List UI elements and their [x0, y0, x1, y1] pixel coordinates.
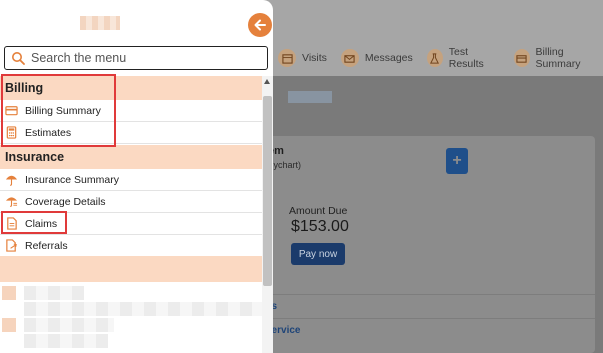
- nav-item-label: Visits: [302, 52, 327, 64]
- close-menu-button[interactable]: [248, 13, 272, 37]
- nav-item-test-results[interactable]: Test Results: [426, 46, 500, 70]
- card-divider: [262, 294, 595, 295]
- blurred-section-header: [0, 256, 262, 282]
- menu-header: [0, 0, 273, 40]
- claims-highlight-box: [1, 211, 67, 234]
- menu-panel: Billing Billing Summary Estimates Insura…: [0, 0, 273, 353]
- hospital-icon: +: [446, 148, 468, 174]
- umbrella-details-icon: [4, 195, 18, 209]
- top-nav-bar: Visits Messages Test Results Billing Sum…: [270, 40, 603, 76]
- blurred-item: [24, 302, 262, 316]
- menu-item-referrals[interactable]: Referrals: [0, 235, 262, 257]
- nav-item-label: Messages: [364, 52, 413, 64]
- amount-due-label: Amount Due: [289, 205, 348, 217]
- menu-item-insurance-summary[interactable]: Insurance Summary: [0, 169, 262, 191]
- amount-due-value: $153.00: [291, 218, 349, 235]
- menu-item-coverage-details[interactable]: Coverage Details: [0, 191, 262, 213]
- card-divider: [262, 318, 595, 319]
- blurred-item: [24, 318, 114, 332]
- envelope-icon: [340, 49, 359, 67]
- blurred-icon: [2, 286, 16, 300]
- blurred-item: [24, 334, 108, 348]
- nav-item-visits[interactable]: Visits: [278, 49, 327, 67]
- blurred-logo: [80, 16, 120, 30]
- menu-search-box[interactable]: [4, 46, 268, 70]
- blurred-item: [24, 286, 84, 300]
- credit-card-icon: [513, 49, 530, 67]
- search-icon: [12, 52, 25, 65]
- nav-item-label: Billing Summary: [535, 46, 581, 70]
- referral-icon: [4, 239, 18, 253]
- billing-highlight-box: [1, 74, 116, 147]
- nav-item-billing-summary[interactable]: Billing Summary: [513, 46, 603, 70]
- flask-icon: [426, 49, 443, 67]
- menu-item-label: Coverage Details: [25, 195, 106, 208]
- umbrella-icon: [4, 173, 18, 187]
- nav-item-messages[interactable]: Messages: [340, 49, 413, 67]
- menu-item-label: Insurance Summary: [25, 173, 119, 186]
- menu-item-label: Referrals: [25, 239, 68, 252]
- nav-item-label: Test Results: [448, 46, 484, 70]
- blurred-greeting: [288, 91, 332, 103]
- arrow-left-icon: [254, 19, 266, 31]
- scrollbar-thumb[interactable]: [263, 96, 272, 286]
- blurred-menu-items: [0, 256, 262, 353]
- blurred-icon: [2, 318, 16, 332]
- pay-now-button[interactable]: Pay now: [291, 243, 345, 265]
- section-insurance: Insurance: [0, 145, 262, 169]
- menu-search-input[interactable]: [31, 51, 251, 65]
- scroll-up-arrow-icon[interactable]: [264, 79, 270, 84]
- calendar-icon: [278, 49, 296, 67]
